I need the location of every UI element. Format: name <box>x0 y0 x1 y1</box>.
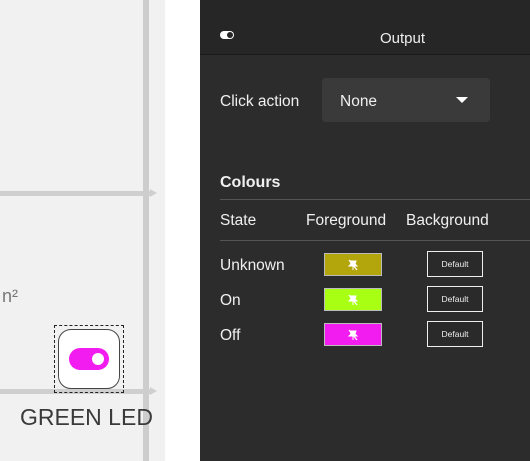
background-column-header: Background <box>406 212 489 229</box>
diagram-canvas[interactable]: n² GREEN LED <box>0 0 165 461</box>
background-default-button-off[interactable]: Default <box>427 321 483 347</box>
pin-icon <box>347 259 359 270</box>
background-default-button-unknown[interactable]: Default <box>427 251 483 277</box>
panel-titlebar: Output <box>200 0 530 55</box>
selected-led-widget[interactable] <box>54 325 124 393</box>
chevron-down-icon <box>456 97 468 103</box>
divider <box>220 240 530 241</box>
state-label-on: On <box>220 292 241 309</box>
foreground-column-header: Foreground <box>306 212 387 229</box>
click-action-value: None <box>340 93 378 110</box>
click-action-label: Click action <box>220 93 300 110</box>
pin-icon <box>347 329 359 340</box>
foreground-swatch-unknown[interactable] <box>324 253 382 276</box>
canvas-divider <box>143 0 149 461</box>
state-label-off: Off <box>220 327 241 344</box>
properties-panel: Output Click action None Colours State F… <box>200 0 530 461</box>
state-column-header: State <box>220 212 257 229</box>
pin-icon <box>347 294 359 305</box>
connector-line <box>0 189 157 197</box>
area-unit-label: n² <box>2 286 19 306</box>
toggle-icon <box>69 348 109 370</box>
panel-gap <box>165 0 200 461</box>
foreground-swatch-on[interactable] <box>324 288 382 311</box>
colours-heading: Colours <box>220 174 281 191</box>
background-default-button-on[interactable]: Default <box>427 286 483 312</box>
led-label: GREEN LED <box>20 404 153 430</box>
foreground-swatch-off[interactable] <box>324 323 382 346</box>
led-widget[interactable] <box>58 329 120 389</box>
click-action-dropdown[interactable]: None <box>322 78 490 122</box>
toggle-icon <box>220 31 234 39</box>
state-label-unknown: Unknown <box>220 257 285 274</box>
divider <box>220 199 530 200</box>
panel-title: Output <box>380 30 426 47</box>
